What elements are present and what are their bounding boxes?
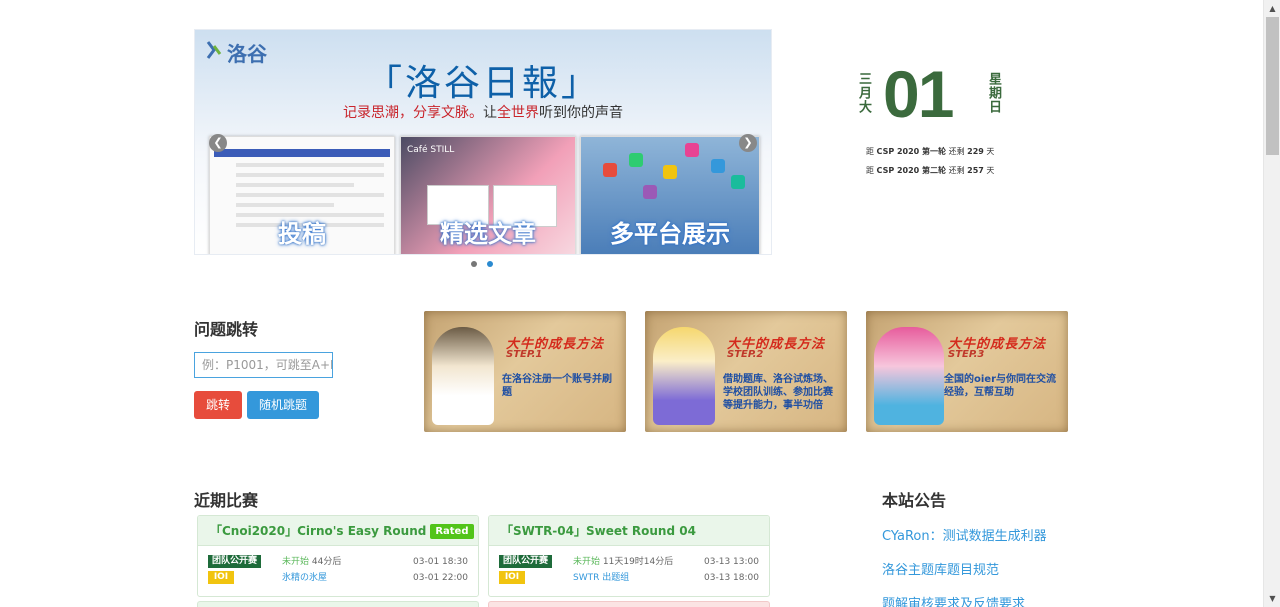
- contest-card[interactable]: 「SWTR-04」Sweet Round 04 团队公开赛 未开始 11天19时…: [488, 515, 770, 597]
- contest-start: 03-13 13:00: [704, 557, 759, 567]
- contest-row: 团队公开赛 未开始 11天19时14分后 03-13 13:00: [499, 555, 759, 569]
- page-scrollbar[interactable]: ▲ ▼: [1263, 0, 1280, 607]
- panel-caption: 投稿: [278, 220, 326, 248]
- carousel-dot-active[interactable]: [487, 261, 493, 267]
- random-jump-button[interactable]: 随机跳题: [247, 391, 319, 419]
- countdown-row: 距 CSP 2020 第二轮 还剩 257 天: [866, 166, 995, 175]
- jump-title: 问题跳转: [194, 320, 259, 339]
- contest-end: 03-01 22:00: [413, 573, 468, 583]
- contest-type-badge: 团队公开赛: [208, 555, 262, 568]
- cafe-badge: Café STILL: [407, 145, 455, 155]
- contest-card-peek[interactable]: [488, 601, 770, 607]
- chevron-left-icon[interactable]: ❮: [209, 134, 227, 152]
- character-illustration: [874, 327, 944, 425]
- carousel-indicators: [471, 261, 493, 267]
- contest-organizer[interactable]: SWTR 出题组: [573, 571, 629, 585]
- daily-carousel[interactable]: 洛谷 「洛谷日報」 记录思潮，分享文脉。让全世界听到你的声音 投稿 Café S…: [194, 29, 772, 255]
- carousel-dot[interactable]: [471, 261, 477, 267]
- notice-link[interactable]: 洛谷主题库题目规范: [882, 559, 999, 578]
- contest-card[interactable]: 「Cnoi2020」Cirno's Easy Round Rated 团队公开赛 …: [197, 515, 479, 597]
- date-display: 三月大 01 星期日: [855, 57, 1005, 132]
- notice-link[interactable]: CYaRon：测试数据生成利器: [882, 525, 1047, 544]
- carousel-panel-multiplatform: 多平台展示: [580, 136, 760, 254]
- contest-card-peek[interactable]: [197, 601, 479, 607]
- contest-organizer[interactable]: 氷精の氷屋: [282, 571, 327, 585]
- growth-desc: 借助题库、洛谷试炼场、学校团队训练、参加比赛等提升能力，事半功倍: [723, 374, 833, 411]
- jump-button[interactable]: 跳转: [194, 391, 242, 419]
- contest-status: 未开始 44分后: [282, 557, 342, 567]
- contest-row: 团队公开赛 未开始 44分后 03-01 18:30: [208, 555, 468, 569]
- scroll-up-icon[interactable]: ▲: [1264, 0, 1280, 17]
- contest-end: 03-13 18:00: [704, 573, 759, 583]
- problem-jump-input[interactable]: 例：P1001，可跳至A+B: [194, 352, 333, 378]
- chevron-right-icon[interactable]: ❯: [739, 134, 757, 152]
- contest-rule-badge: IOI: [208, 571, 234, 584]
- notice-link[interactable]: 题解审核要求及反馈要求: [882, 593, 1025, 607]
- carousel-panel-submit: 投稿: [209, 136, 395, 254]
- panel-caption: 多平台展示: [610, 220, 730, 248]
- growth-banner-step2[interactable]: 大牛的成長方法 STEP.2 借助题库、洛谷试炼场、学校团队训练、参加比赛等提升…: [645, 311, 847, 432]
- scrollbar-thumb[interactable]: [1266, 17, 1279, 155]
- carousel-title: 「洛谷日報」: [365, 63, 600, 104]
- growth-step: STEP.3: [948, 349, 985, 360]
- growth-step: STEP.2: [727, 349, 764, 360]
- month-label: 三月大: [856, 72, 871, 114]
- notices-title: 本站公告: [882, 491, 947, 510]
- panel-caption: 精选文章: [440, 220, 536, 248]
- growth-banner-step3[interactable]: 大牛的成長方法 STEP.3 全国的oier与你同在交流经验，互帮互助: [866, 311, 1068, 432]
- contest-type-badge: 团队公开赛: [499, 555, 553, 568]
- contest-row: IOI SWTR 出题组 03-13 18:00: [499, 571, 759, 585]
- carousel-subtitle: 记录思潮，分享文脉。让全世界听到你的声音: [343, 105, 623, 121]
- scroll-down-icon[interactable]: ▼: [1264, 590, 1280, 607]
- csp-countdown: 距 CSP 2020 第一轮 还剩 229 天 距 CSP 2020 第二轮 还…: [866, 142, 994, 180]
- contest-start: 03-01 18:30: [413, 557, 468, 567]
- contest-status: 未开始 11天19时14分后: [573, 557, 674, 567]
- contest-rule-badge: IOI: [499, 571, 525, 584]
- character-illustration: [653, 327, 715, 425]
- carousel-panel-featured: Café STILL 精选文章: [400, 136, 576, 254]
- growth-desc: 全国的oier与你同在交流经验，互帮互助: [944, 374, 1057, 398]
- contest-name[interactable]: 「Cnoi2020」Cirno's Easy Round Rated: [198, 516, 478, 546]
- character-illustration: [432, 327, 494, 425]
- countdown-row: 距 CSP 2020 第一轮 还剩 229 天: [866, 147, 995, 156]
- contest-row: IOI 氷精の氷屋 03-01 22:00: [208, 571, 468, 585]
- rated-badge: Rated: [430, 524, 474, 539]
- growth-step: STEP.1: [506, 349, 543, 360]
- growth-banner-step1[interactable]: 大牛的成長方法 STEP.1 在洛谷注册一个账号并刷题: [424, 311, 626, 432]
- weekday-label: 星期日: [986, 72, 1001, 114]
- growth-desc: 在洛谷注册一个账号并刷题: [502, 374, 612, 398]
- day-number: 01: [883, 57, 954, 131]
- contest-name[interactable]: 「SWTR-04」Sweet Round 04: [489, 516, 769, 546]
- contests-title: 近期比赛: [194, 491, 259, 510]
